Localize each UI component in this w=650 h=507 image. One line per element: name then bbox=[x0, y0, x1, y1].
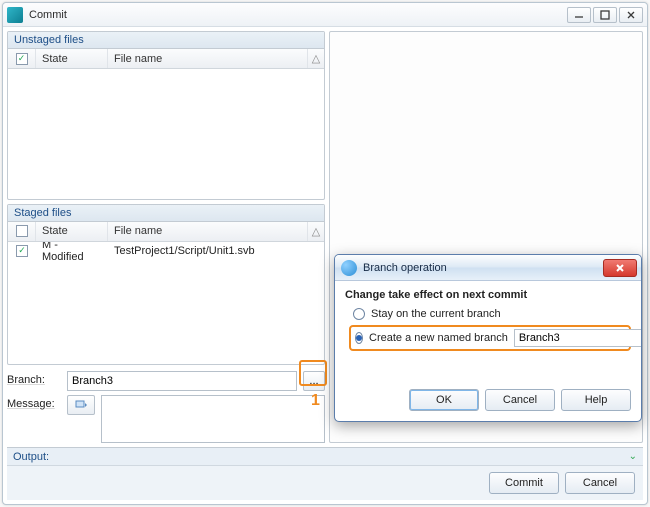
dialog-title: Branch operation bbox=[363, 262, 603, 274]
staged-row[interactable]: M - Modified TestProject1/Script/Unit1.s… bbox=[8, 242, 324, 260]
radio-create-row[interactable]: Create a new named branch bbox=[349, 325, 631, 351]
message-textarea[interactable] bbox=[101, 395, 325, 443]
message-label: Message: bbox=[7, 395, 61, 410]
sort-indicator-icon: △ bbox=[308, 222, 324, 241]
close-button[interactable] bbox=[619, 7, 643, 23]
staged-columns: State File name △ bbox=[8, 222, 324, 242]
branch-operation-dialog: Branch operation Change take effect on n… bbox=[334, 254, 642, 422]
dialog-icon bbox=[341, 260, 357, 276]
cancel-button[interactable]: Cancel bbox=[565, 472, 635, 494]
dialog-heading: Change take effect on next commit bbox=[345, 289, 631, 301]
staged-col-file[interactable]: File name bbox=[108, 222, 308, 241]
radio-stay[interactable] bbox=[353, 308, 365, 320]
staged-header: Staged files bbox=[8, 205, 324, 222]
sort-indicator-icon: △ bbox=[308, 49, 324, 68]
staged-col-state[interactable]: State bbox=[36, 222, 108, 241]
dialog-cancel-button[interactable]: Cancel bbox=[485, 389, 555, 411]
staged-row-state: M - Modified bbox=[36, 242, 108, 260]
unstaged-col-state[interactable]: State bbox=[36, 49, 108, 68]
radio-stay-label: Stay on the current branch bbox=[371, 308, 501, 320]
staged-panel: Staged files State File name △ M - Modif… bbox=[7, 204, 325, 365]
radio-create[interactable] bbox=[355, 332, 363, 344]
window-title: Commit bbox=[29, 9, 567, 21]
staged-row-file: TestProject1/Script/Unit1.svb bbox=[108, 242, 324, 260]
new-branch-name-input[interactable] bbox=[514, 329, 642, 347]
unstaged-header: Unstaged files bbox=[8, 32, 324, 49]
staged-select-all-checkbox[interactable] bbox=[16, 225, 28, 237]
dialog-titlebar[interactable]: Branch operation bbox=[335, 255, 641, 281]
unstaged-grid[interactable] bbox=[8, 69, 324, 199]
dialog-close-button[interactable] bbox=[603, 259, 637, 277]
staged-grid[interactable]: M - Modified TestProject1/Script/Unit1.s… bbox=[8, 242, 324, 364]
unstaged-panel: Unstaged files State File name △ bbox=[7, 31, 325, 200]
output-collapse-icon[interactable]: ⌄ bbox=[629, 451, 637, 462]
output-header: Output: bbox=[13, 451, 49, 463]
maximize-button[interactable] bbox=[593, 7, 617, 23]
message-history-button[interactable] bbox=[67, 395, 95, 415]
unstaged-col-file[interactable]: File name bbox=[108, 49, 308, 68]
output-panel: Output: ⌄ Commit Cancel bbox=[7, 447, 643, 500]
app-icon bbox=[7, 7, 23, 23]
unstaged-columns: State File name △ bbox=[8, 49, 324, 69]
branch-label: Branch: bbox=[7, 371, 61, 386]
dialog-help-button[interactable]: Help bbox=[561, 389, 631, 411]
radio-stay-row[interactable]: Stay on the current branch bbox=[345, 305, 631, 323]
unstaged-select-all-checkbox[interactable] bbox=[16, 53, 28, 65]
titlebar[interactable]: Commit bbox=[3, 3, 647, 27]
commit-button[interactable]: Commit bbox=[489, 472, 559, 494]
branch-input[interactable] bbox=[67, 371, 297, 391]
radio-create-label: Create a new named branch bbox=[369, 332, 508, 344]
dialog-ok-button[interactable]: OK bbox=[409, 389, 479, 411]
minimize-button[interactable] bbox=[567, 7, 591, 23]
branch-browse-button[interactable]: ... bbox=[303, 371, 325, 391]
staged-row-checkbox[interactable] bbox=[16, 245, 28, 257]
